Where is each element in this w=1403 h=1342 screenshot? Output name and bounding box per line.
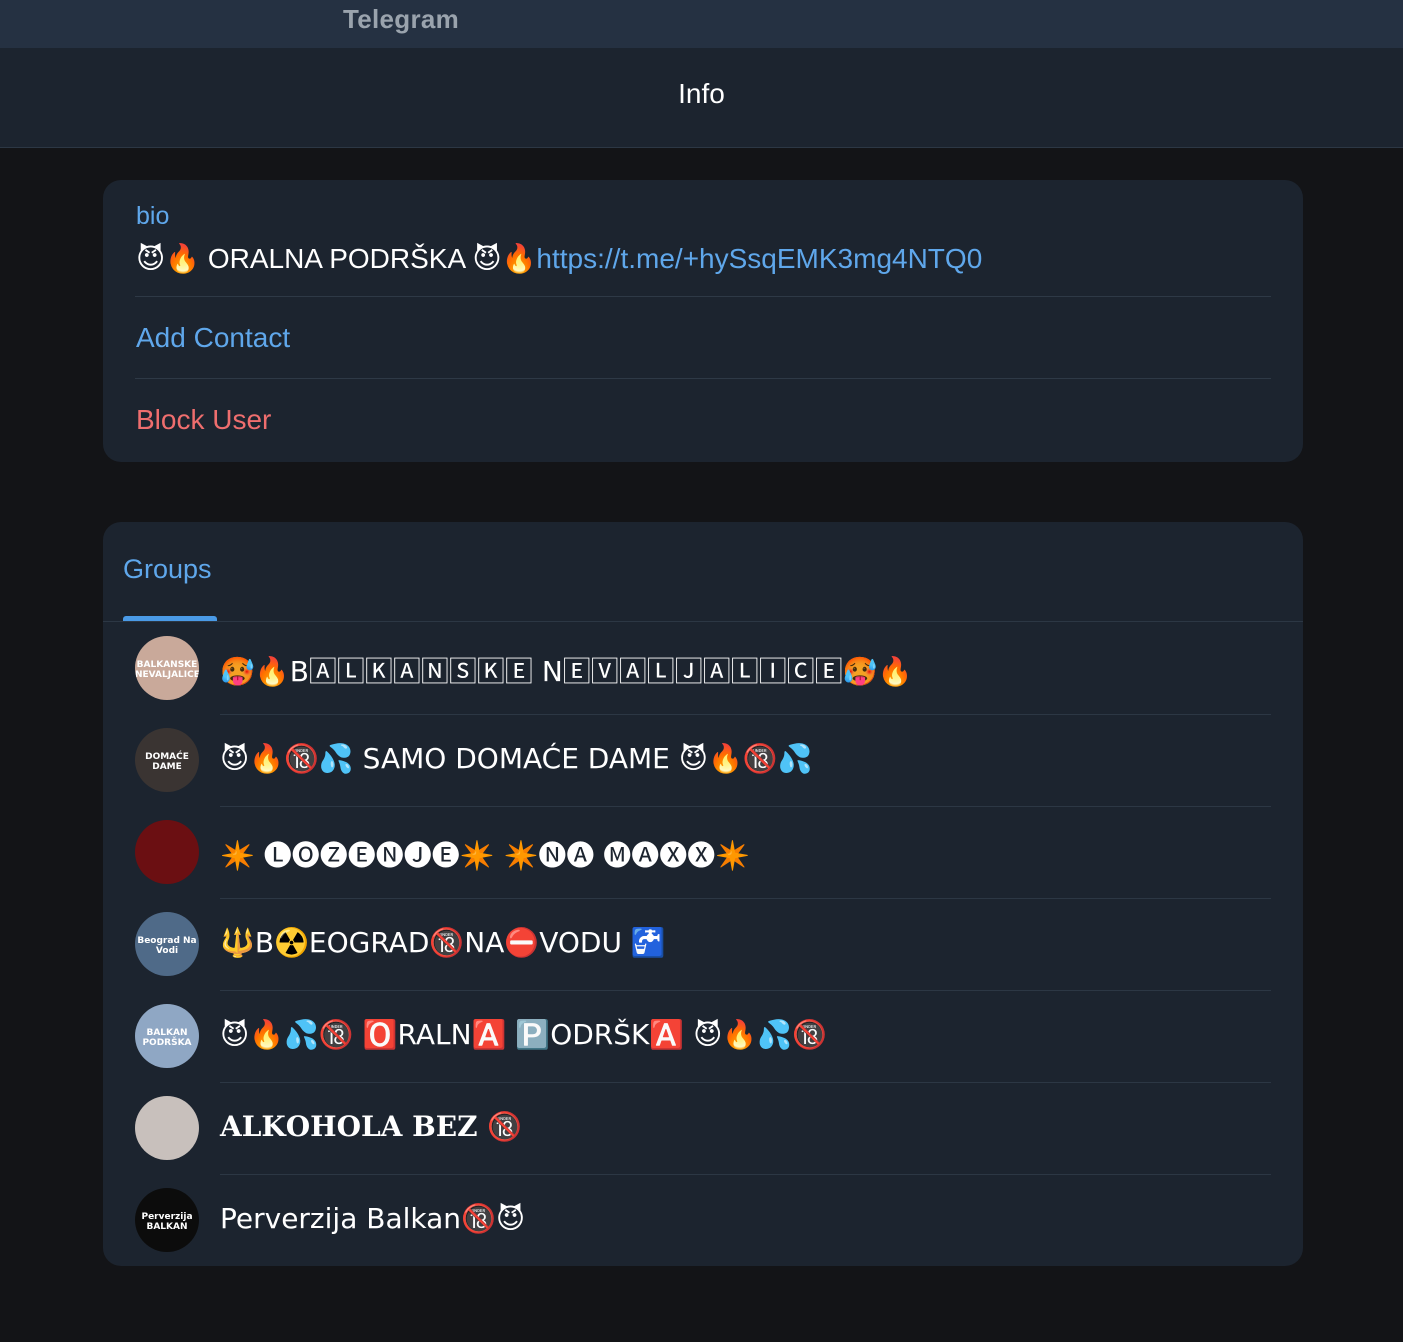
group-avatar — [135, 1096, 199, 1160]
groups-card: Groups BALKANSKE NEVALJALICE 🥵🔥B🄰🄻🄺🄰🄽🅂🄺🄴… — [103, 522, 1303, 1266]
group-avatar: Beograd Na Vodi — [135, 912, 199, 976]
info-header: Info — [0, 48, 1403, 148]
avatar-label: Beograd Na Vodi — [137, 936, 197, 956]
group-avatar: BALKAN PODRŠKA — [135, 1004, 199, 1068]
group-name: ✴️ 🅛🅞🅩🅔🅝🅙🅔✴️ ✴️🅝🅐 🅜🅐🅧🅧✴️ — [220, 839, 751, 872]
group-row[interactable]: BALKAN PODRŠKA 😈🔥💦🔞 🅾️RALN🅰️ 🅿️ODRŠK🅰️ 😈… — [103, 992, 1303, 1084]
divider — [220, 1174, 1271, 1175]
group-avatar: Perverzija BALKAN — [135, 1188, 199, 1252]
group-name: Perverzija Balkan🔞😈 — [220, 1202, 526, 1235]
group-name: 🥵🔥B🄰🄻🄺🄰🄽🅂🄺🄴 N🄴🅅🄰🄻🄹🄰🄻🄸🄲🄴🥵🔥 — [220, 655, 913, 688]
tab-underline — [103, 621, 1303, 622]
block-user-button[interactable]: Block User — [136, 404, 271, 436]
group-row[interactable]: 𝐀𝐋𝐊𝐎𝐇𝐎𝐋𝐀 𝐁𝐄𝐙 🔞 — [103, 1084, 1303, 1176]
page-title: Info — [678, 78, 725, 109]
bio-description: 😈🔥 ORALNA PODRŠKA 😈🔥 — [136, 243, 537, 274]
divider — [220, 898, 1271, 899]
divider — [135, 296, 1271, 297]
group-avatar: BALKANSKE NEVALJALICE — [135, 636, 199, 700]
bio-label: bio — [136, 202, 170, 230]
tab-groups[interactable]: Groups — [123, 554, 212, 585]
divider — [220, 1082, 1271, 1083]
avatar-label: BALKAN PODRŠKA — [142, 1028, 192, 1048]
info-card: bio 😈🔥 ORALNA PODRŠKA 😈🔥https://t.me/+hy… — [103, 180, 1303, 462]
bio-link[interactable]: https://t.me/+hySsqEMK3mg4NTQ0 — [536, 243, 982, 274]
bio-text: 😈🔥 ORALNA PODRŠKA 😈🔥https://t.me/+hySsqE… — [136, 242, 982, 275]
app-title: Telegram — [343, 4, 460, 34]
group-name: 😈🔥💦🔞 🅾️RALN🅰️ 🅿️ODRŠK🅰️ 😈🔥💦🔞 — [220, 1018, 827, 1051]
group-name: 𝐀𝐋𝐊𝐎𝐇𝐎𝐋𝐀 𝐁𝐄𝐙 🔞 — [220, 1110, 523, 1143]
divider — [220, 990, 1271, 991]
avatar-label: DOMAĆE DAME — [145, 752, 189, 772]
group-avatar — [135, 820, 199, 884]
group-name: 😈🔥🔞💦 SAMO DOMAĆE DAME 😈🔥🔞💦 — [220, 742, 813, 775]
group-row[interactable]: BALKANSKE NEVALJALICE 🥵🔥B🄰🄻🄺🄰🄽🅂🄺🄴 N🄴🅅🄰🄻🄹… — [103, 624, 1303, 716]
group-row[interactable]: Beograd Na Vodi 🔱B☢️EOGRAD🔞NA⛔VODU 🚰 — [103, 900, 1303, 992]
divider — [220, 806, 1271, 807]
avatar-label: BALKANSKE NEVALJALICE — [135, 660, 199, 680]
group-row[interactable]: DOMAĆE DAME 😈🔥🔞💦 SAMO DOMAĆE DAME 😈🔥🔞💦 — [103, 716, 1303, 808]
add-contact-button[interactable]: Add Contact — [136, 322, 290, 354]
avatar-label: Perverzija BALKAN — [141, 1212, 193, 1232]
window-titlebar: Telegram — [0, 0, 1403, 48]
group-name: 🔱B☢️EOGRAD🔞NA⛔VODU 🚰 — [220, 926, 666, 959]
group-avatar: DOMAĆE DAME — [135, 728, 199, 792]
group-row[interactable]: Perverzija BALKAN Perverzija Balkan🔞😈 — [103, 1176, 1303, 1268]
divider — [135, 378, 1271, 379]
divider — [220, 714, 1271, 715]
group-row[interactable]: ✴️ 🅛🅞🅩🅔🅝🅙🅔✴️ ✴️🅝🅐 🅜🅐🅧🅧✴️ — [103, 808, 1303, 900]
